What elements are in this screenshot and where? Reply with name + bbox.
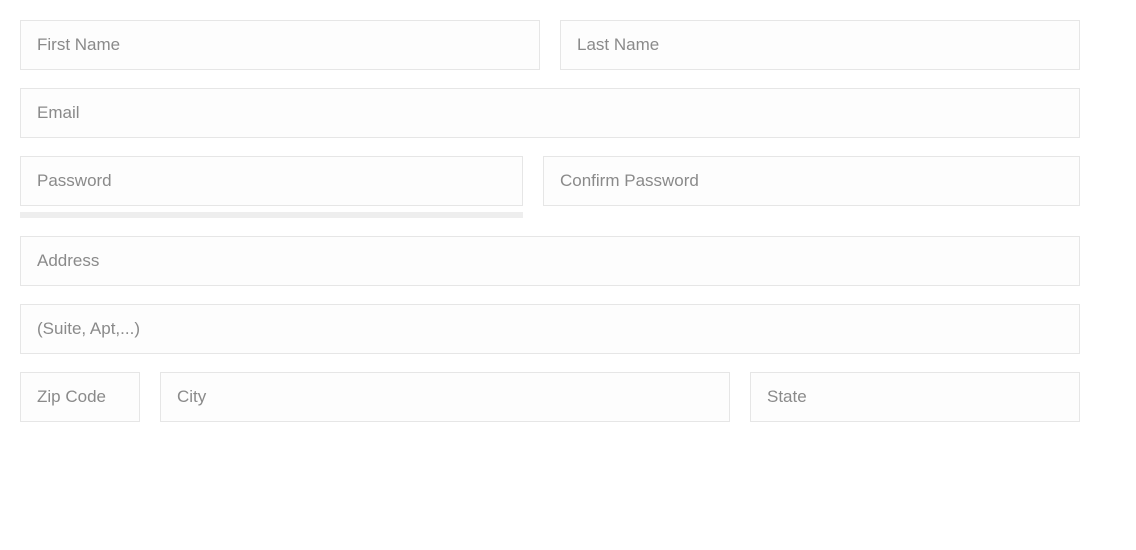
password-field[interactable] bbox=[20, 156, 523, 206]
address-row bbox=[20, 236, 1080, 286]
email-field[interactable] bbox=[20, 88, 1080, 138]
address-field[interactable] bbox=[20, 236, 1080, 286]
registration-form bbox=[20, 20, 1080, 422]
last-name-field[interactable] bbox=[560, 20, 1080, 70]
location-row bbox=[20, 372, 1080, 422]
password-strength-bar bbox=[20, 212, 523, 218]
state-field[interactable] bbox=[750, 372, 1080, 422]
confirm-password-field[interactable] bbox=[543, 156, 1080, 206]
city-field[interactable] bbox=[160, 372, 730, 422]
address2-row bbox=[20, 304, 1080, 354]
name-row bbox=[20, 20, 1080, 70]
password-row bbox=[20, 156, 1080, 218]
zip-field[interactable] bbox=[20, 372, 140, 422]
password-column bbox=[20, 156, 523, 218]
first-name-field[interactable] bbox=[20, 20, 540, 70]
email-row bbox=[20, 88, 1080, 138]
address2-field[interactable] bbox=[20, 304, 1080, 354]
